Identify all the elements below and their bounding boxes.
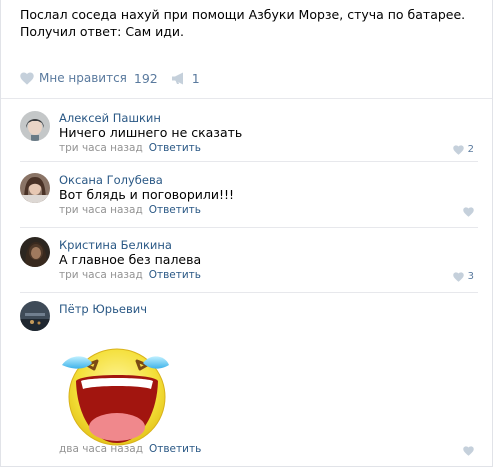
reply-button[interactable]: Ответить (149, 204, 201, 216)
comment-like-count: 2 (467, 144, 474, 155)
comment-time[interactable]: три часа назад (59, 269, 143, 281)
comment-item: Пётр Юрьевич два часа назад Ответить (1, 293, 492, 465)
comment-meta: три часа назад Ответить (59, 204, 201, 216)
reply-button[interactable]: Ответить (149, 443, 201, 455)
reply-button[interactable]: Ответить (149, 269, 201, 281)
comment-author[interactable]: Кристина Белкина (59, 238, 172, 252)
post-share-count: 1 (191, 70, 200, 86)
comment-time[interactable]: три часа назад (59, 204, 143, 216)
comment-author[interactable]: Пётр Юрьевич (59, 302, 147, 316)
comment-time[interactable]: три часа назад (59, 142, 143, 154)
comment-text: Вот блядь и поговорили!!! (59, 187, 235, 202)
reply-button[interactable]: Ответить (149, 142, 201, 154)
post-like-button[interactable]: Мне нравится 192 (20, 71, 158, 86)
post-like-label: Мне нравится (39, 71, 127, 85)
heart-icon (463, 207, 474, 217)
comment-time[interactable]: два часа назад (59, 443, 143, 455)
post-card: Послал соседа нахуй при помощи Азбуки Мо… (0, 0, 493, 467)
post-text: Послал соседа нахуй при помощи Азбуки Мо… (20, 7, 466, 39)
comment-like-button[interactable]: 2 (452, 144, 474, 155)
comment-meta: три часа назад Ответить (59, 142, 201, 154)
comment-meta: три часа назад Ответить (59, 269, 201, 281)
heart-icon (452, 271, 464, 282)
comment-text: Ничего лишнего не сказать (59, 125, 243, 140)
heart-icon (452, 144, 464, 155)
comment-like-button[interactable] (463, 446, 474, 456)
comment-author[interactable]: Алексей Пашкин (59, 111, 161, 125)
comment-like-count: 3 (467, 271, 474, 282)
comment-meta: два часа назад Ответить (59, 443, 201, 455)
megaphone-icon (171, 72, 187, 85)
comment-author[interactable]: Оксана Голубева (59, 173, 163, 187)
comment-item: Кристина Белкина А главное без палева тр… (1, 228, 492, 292)
heart-icon (20, 72, 34, 85)
post-share-button[interactable]: 1 (171, 71, 200, 86)
avatar[interactable] (20, 173, 50, 203)
avatar[interactable] (20, 111, 50, 141)
comment-item: Алексей Пашкин Ничего лишнего не сказать… (1, 100, 492, 160)
comments-separator (1, 98, 492, 99)
avatar[interactable] (20, 237, 50, 267)
comment-text: А главное без палева (59, 252, 202, 267)
post-actions: Мне нравится 192 1 (20, 69, 200, 87)
post-like-count: 192 (133, 70, 158, 86)
comment-like-button[interactable] (463, 207, 474, 217)
heart-icon (463, 446, 474, 456)
comment-like-button[interactable]: 3 (452, 271, 474, 282)
comment-item: Оксана Голубева Вот блядь и поговорили!!… (1, 162, 492, 226)
avatar[interactable] (20, 301, 50, 331)
laughing-crying-sticker (59, 339, 171, 451)
